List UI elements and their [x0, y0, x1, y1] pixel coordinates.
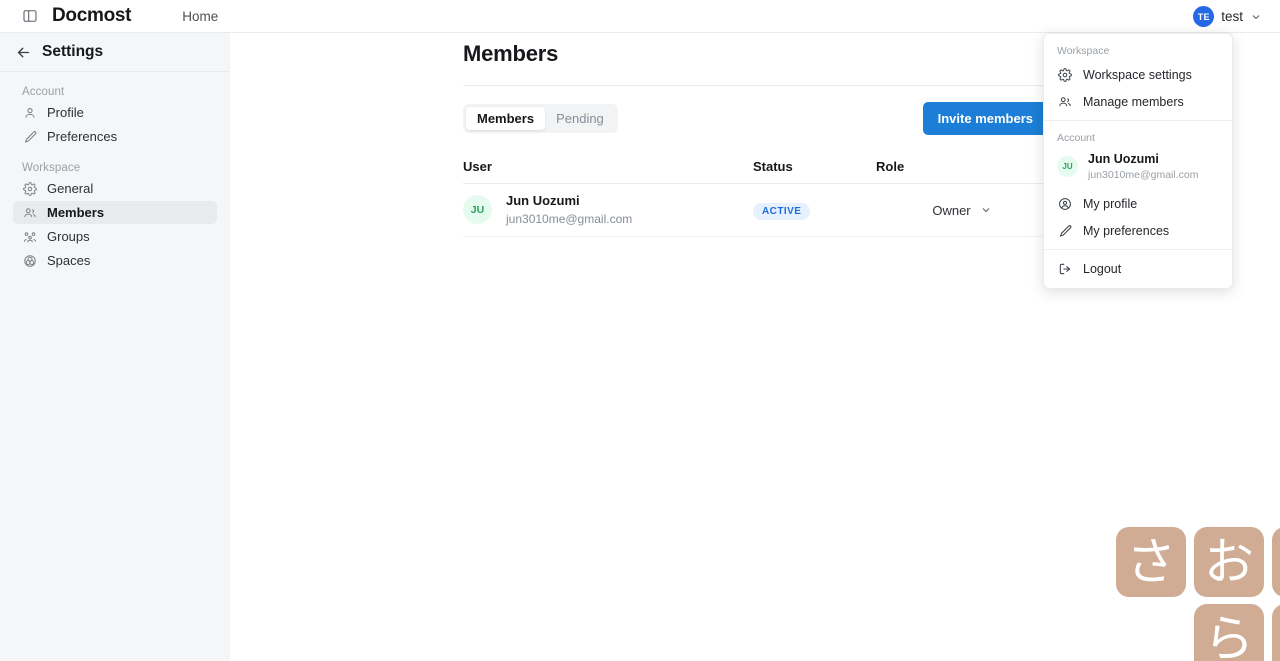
menu-divider — [1044, 249, 1232, 251]
arrow-left-icon[interactable] — [12, 41, 34, 63]
app-brand: Docmost — [52, 5, 132, 26]
watermark-tile: と — [1272, 527, 1280, 597]
users-icon — [22, 205, 37, 220]
menu-account-email: jun3010me@gmail.com — [1088, 168, 1199, 181]
user-dropdown-menu: Workspace Workspace settings Manage memb… — [1043, 33, 1233, 290]
gear-icon — [22, 181, 37, 196]
member-name: Jun Uozumi — [506, 192, 580, 208]
user-circle-icon — [1057, 196, 1072, 211]
settings-sidebar: Settings Account Profile Preferences Wor… — [0, 33, 230, 661]
gear-icon — [1057, 67, 1072, 82]
sidebar-list-workspace: General Members Groups Spaces — [0, 177, 230, 272]
page-title: Settings — [42, 43, 104, 60]
member-status-cell: ACTIVE — [753, 201, 876, 220]
topbar-username: test — [1221, 9, 1243, 24]
avatar: JU — [463, 195, 492, 225]
member-user-cell: JU Jun Uozumi jun3010me@gmail.com — [463, 192, 753, 228]
menu-account-info: JU Jun Uozumi jun3010me@gmail.com — [1044, 148, 1232, 190]
sidebar-section-account: Account — [22, 86, 65, 98]
avatar: JU — [1057, 156, 1078, 178]
member-identity: Jun Uozumi jun3010me@gmail.com — [506, 192, 632, 228]
app-root: Docmost Home TE test Settings Account Pr… — [0, 0, 1280, 661]
menu-item-label: My preferences — [1083, 223, 1170, 238]
menu-item-manage-members[interactable]: Manage members — [1044, 88, 1232, 115]
menu-item-logout[interactable]: Logout — [1044, 255, 1232, 282]
menu-divider — [1044, 120, 1232, 121]
sidebar-item-label: General — [47, 181, 94, 196]
column-header-status: Status — [753, 159, 793, 174]
sidebar-item-label: Profile — [47, 105, 84, 120]
watermark-tile: い — [1272, 604, 1280, 661]
members-title: Members — [463, 41, 559, 66]
members-toolbar: Members Pending Invite members — [463, 102, 1048, 135]
top-bar: Docmost Home TE test — [0, 0, 1280, 33]
member-email: jun3010me@gmail.com — [506, 211, 633, 226]
watermark-tile: さ — [1116, 527, 1186, 597]
sidebar-item-preferences[interactable]: Preferences — [13, 125, 217, 148]
sidebar-item-label: Spaces — [47, 253, 91, 268]
sidebar-item-profile[interactable]: Profile — [13, 101, 217, 124]
status-badge: ACTIVE — [753, 202, 811, 220]
member-role-select[interactable]: Owner — [876, 203, 1048, 218]
menu-item-label: My profile — [1083, 196, 1138, 211]
user-icon — [22, 105, 37, 120]
avatar: TE — [1193, 6, 1215, 27]
sidebar-item-groups[interactable]: Groups — [13, 225, 217, 248]
spaces-icon — [22, 253, 37, 268]
menu-account-name: Jun Uozumi — [1088, 152, 1159, 166]
menu-section-workspace: Workspace — [1057, 45, 1110, 57]
members-tabs: Members Pending — [463, 104, 618, 133]
brush-icon — [1057, 223, 1072, 238]
menu-account-identity: Jun Uozumi jun3010me@gmail.com — [1088, 151, 1198, 182]
tab-members[interactable]: Members — [466, 107, 546, 130]
menu-item-my-preferences[interactable]: My preferences — [1044, 217, 1232, 244]
table-header-row: User Status Role — [463, 159, 1048, 184]
sidebar-item-label: Groups — [47, 229, 90, 244]
watermark-row-1: さ お と め — [1116, 527, 1280, 597]
chevron-down-icon — [980, 204, 992, 216]
nav-home[interactable]: Home — [182, 9, 218, 24]
sidebar-section-workspace: Workspace — [22, 162, 81, 174]
watermark-row-2: ら い ふ — [1194, 604, 1280, 661]
menu-item-my-profile[interactable]: My profile — [1044, 190, 1232, 217]
menu-item-label: Logout — [1083, 261, 1122, 276]
decorative-watermark: さ お と め ら い ふ — [1116, 527, 1280, 661]
invite-members-button[interactable]: Invite members — [922, 102, 1048, 135]
column-header-role: Role — [876, 159, 905, 174]
members-table: User Status Role JU Jun Uozumi jun3010me… — [463, 159, 1048, 237]
sidebar-header: Settings — [0, 33, 230, 72]
sidebar-list-account: Profile Preferences — [0, 101, 230, 148]
menu-item-workspace-settings[interactable]: Workspace settings — [1044, 61, 1232, 88]
group-icon — [22, 229, 37, 244]
sidebar-item-members[interactable]: Members — [13, 201, 217, 224]
tab-pending[interactable]: Pending — [545, 107, 615, 130]
watermark-tile: ら — [1194, 604, 1264, 661]
menu-item-label: Workspace settings — [1083, 67, 1192, 82]
sidebar-item-spaces[interactable]: Spaces — [13, 249, 217, 272]
sidebar-item-general[interactable]: General — [13, 177, 217, 200]
sidebar-item-label: Preferences — [47, 129, 118, 144]
brush-icon — [22, 129, 37, 144]
logout-icon — [1057, 261, 1072, 276]
chevron-down-icon — [1250, 11, 1262, 23]
user-menu-trigger[interactable]: TE test — [1193, 0, 1262, 33]
title-divider — [463, 85, 1048, 86]
column-header-user: User — [463, 159, 492, 174]
member-role-value: Owner — [932, 202, 971, 218]
menu-section-account: Account — [1057, 132, 1095, 144]
members-panel: Members Members Pending Invite members U… — [463, 41, 1048, 237]
menu-item-label: Manage members — [1083, 94, 1184, 109]
sidebar-item-label: Members — [47, 205, 105, 220]
table-row[interactable]: JU Jun Uozumi jun3010me@gmail.com ACTIVE… — [463, 184, 1048, 237]
users-icon — [1057, 94, 1072, 109]
sidebar-toggle-icon[interactable] — [20, 6, 40, 26]
watermark-tile: お — [1194, 527, 1264, 597]
